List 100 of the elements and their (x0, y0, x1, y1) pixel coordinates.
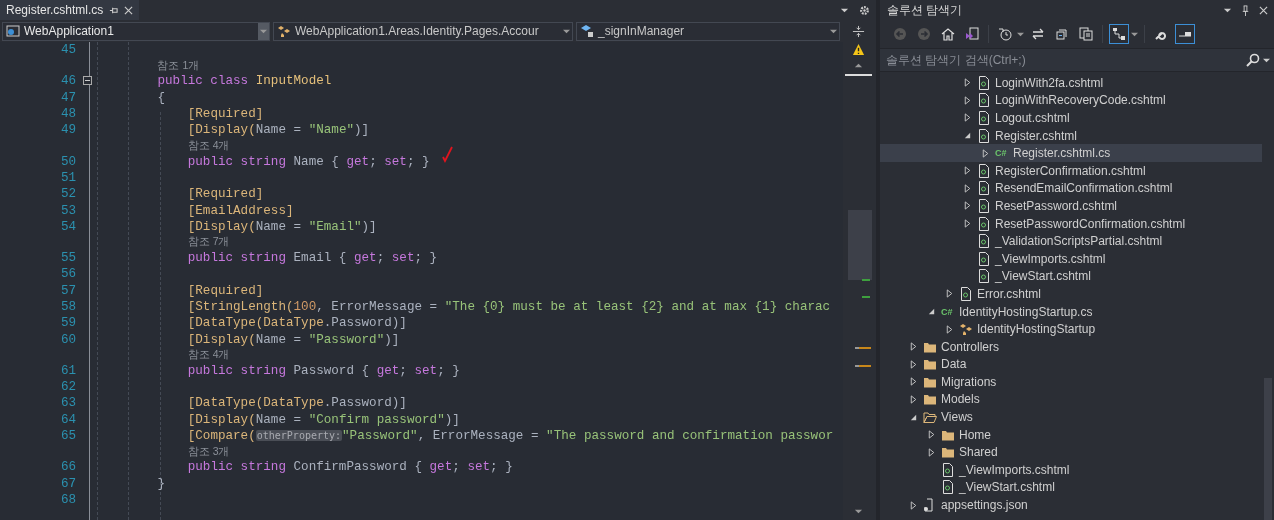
tree-item[interactable]: IdentityHostingStartup (880, 320, 1262, 338)
tree-label[interactable]: _ValidationScriptsPartial.cshtml (995, 234, 1163, 249)
tree-item[interactable]: ResetPasswordConfirmation.cshtml (880, 214, 1262, 233)
reference-count[interactable]: 참조 7개 (187, 235, 230, 250)
split-icon[interactable] (851, 25, 865, 38)
reference-count[interactable]: 참조 4개 (187, 139, 230, 153)
collapsed-arrow-icon[interactable] (944, 289, 954, 299)
tree-item[interactable]: C# IdentityHostingStartup.cs (880, 302, 1262, 321)
caret-icon[interactable] (830, 27, 837, 35)
tree-item[interactable]: RegisterConfirmation.cshtml (880, 161, 1262, 180)
tree-item[interactable]: C# Register.cshtml.cs (880, 144, 1262, 162)
tree-item[interactable]: _ValidationScriptsPartial.cshtml (880, 232, 1262, 250)
tree-label[interactable]: ResetPasswordConfirmation.cshtml (995, 216, 1186, 231)
close-icon[interactable] (1259, 5, 1268, 15)
collapsed-arrow-icon[interactable] (962, 183, 972, 193)
tree-item[interactable]: Home (880, 425, 1262, 444)
tree-item[interactable]: Models (880, 390, 1262, 409)
tree-label[interactable]: Controllers (941, 339, 1000, 354)
collapsed-arrow-icon[interactable] (944, 324, 954, 334)
search-box[interactable]: 솔루션 탐색기 검색(Ctrl+;) (880, 48, 1274, 72)
settings-icon[interactable] (859, 4, 870, 16)
tree-item[interactable]: appsettings.json (880, 496, 1262, 514)
expanded-arrow-icon[interactable] (908, 412, 918, 422)
tree-item[interactable]: _ViewImports.cshtml (880, 461, 1262, 479)
collapsed-arrow-icon[interactable] (908, 342, 918, 352)
collapsed-arrow-icon[interactable] (926, 430, 936, 440)
tree-label[interactable]: Shared (959, 445, 998, 460)
caret-icon[interactable] (563, 27, 570, 35)
tree-item[interactable]: ResendEmailConfirmation.cshtml (880, 179, 1262, 198)
tree-item[interactable]: Data (880, 355, 1262, 374)
tree-label[interactable]: Error.cshtml (977, 286, 1041, 301)
tree-item[interactable]: ResetPassword.cshtml (880, 197, 1262, 215)
collapsed-arrow-icon[interactable] (980, 148, 990, 158)
tree-item[interactable]: Register.cshtml (880, 126, 1262, 145)
tree-label[interactable]: Register.cshtml (995, 128, 1078, 143)
tab-title[interactable]: Register.cshtml.cs (6, 3, 104, 17)
tree-label[interactable]: IdentityHostingStartup.cs (959, 304, 1093, 319)
tree-item[interactable]: _ViewStart.cshtml (880, 478, 1262, 497)
tree-label[interactable]: ResendEmailConfirmation.cshtml (995, 181, 1173, 196)
collapsed-arrow-icon[interactable] (962, 201, 972, 211)
tree-label[interactable]: ResetPassword.cshtml (995, 198, 1118, 213)
collapsed-arrow-icon[interactable] (908, 395, 918, 404)
dropdown-value: WebApplication1 (24, 24, 115, 38)
expanded-arrow-icon[interactable] (926, 307, 936, 316)
reference-count[interactable]: 참조 1개 (157, 58, 200, 73)
collapsed-arrow-icon[interactable] (908, 500, 918, 510)
tree-item[interactable]: Shared (880, 443, 1262, 462)
scroll-down-icon[interactable] (853, 507, 863, 516)
collapsed-arrow-icon[interactable] (962, 95, 972, 105)
tree-item[interactable]: _ViewImports.cshtml (880, 249, 1262, 268)
caret-icon[interactable] (1017, 30, 1024, 38)
caret-icon[interactable] (1263, 56, 1270, 64)
tree-item[interactable]: Views (880, 408, 1262, 426)
collapsed-arrow-icon[interactable] (962, 113, 972, 123)
scrollbar-thumb[interactable] (847, 210, 872, 280)
expanded-arrow-icon[interactable] (962, 131, 972, 141)
tree-label[interactable]: Models (941, 392, 980, 407)
tree-label[interactable]: Home (959, 427, 991, 442)
tree-label[interactable]: Views (941, 410, 973, 425)
tree-label[interactable]: _ViewStart.cshtml (995, 269, 1091, 284)
navigation-dropdown[interactable]: _signInManager (576, 21, 840, 41)
collapsed-arrow-icon[interactable] (908, 377, 918, 387)
reference-count[interactable]: 참조 4개 (187, 348, 230, 363)
scroll-up-icon[interactable] (853, 61, 863, 70)
pin-icon[interactable] (1240, 4, 1251, 16)
tree-label[interactable]: _ViewImports.cshtml (959, 462, 1070, 477)
search-icon[interactable] (1246, 53, 1260, 67)
navigation-dropdown[interactable]: WebApplication1 (2, 21, 270, 41)
tree-item[interactable]: Controllers (880, 337, 1262, 356)
tree-label[interactable]: Register.cshtml.cs (1013, 146, 1111, 161)
tree-label[interactable]: appsettings.json (941, 498, 1028, 513)
collapsed-arrow-icon[interactable] (962, 78, 972, 88)
tree-item[interactable]: LoginWithRecoveryCode.cshtml (880, 91, 1262, 110)
tree-label[interactable]: IdentityHostingStartup (977, 322, 1096, 337)
tree-item[interactable]: Error.cshtml (880, 285, 1262, 303)
pin-icon[interactable] (109, 5, 119, 15)
tree-label[interactable]: Logout.cshtml (995, 111, 1070, 125)
code-line: [Required] (187, 187, 264, 202)
tree-label[interactable]: RegisterConfirmation.cshtml (995, 163, 1146, 178)
navigation-dropdown[interactable]: WebApplication1.Areas.Identity.Pages.Accour (273, 21, 573, 41)
document-tab[interactable]: Register.cshtml.cs (0, 0, 140, 20)
collapsed-arrow-icon[interactable] (962, 166, 972, 176)
tree-item[interactable]: Migrations (880, 373, 1262, 391)
collapse-toggle[interactable] (83, 76, 92, 86)
tree-label[interactable]: LoginWithRecoveryCode.cshtml (995, 93, 1166, 108)
tree-label[interactable]: LoginWith2fa.cshtml (995, 75, 1104, 90)
warning-icon[interactable] (851, 43, 865, 56)
collapsed-arrow-icon[interactable] (962, 219, 972, 229)
caret-icon[interactable] (1131, 30, 1138, 38)
tree-item[interactable]: LoginWith2fa.cshtml (880, 74, 1262, 92)
close-icon[interactable] (124, 5, 134, 15)
tree-label[interactable]: _ViewStart.cshtml (959, 480, 1055, 495)
tree-label[interactable]: _ViewImports.cshtml (995, 251, 1106, 266)
tree-item[interactable]: Logout.cshtml (880, 109, 1262, 127)
collapsed-arrow-icon[interactable] (926, 447, 936, 457)
collapsed-arrow-icon[interactable] (908, 359, 918, 369)
tree-item[interactable]: _ViewStart.cshtml (880, 267, 1262, 286)
reference-count[interactable]: 참조 3개 (187, 444, 230, 459)
tree-label[interactable]: Data (941, 357, 967, 372)
tree-label[interactable]: Migrations (941, 374, 997, 389)
